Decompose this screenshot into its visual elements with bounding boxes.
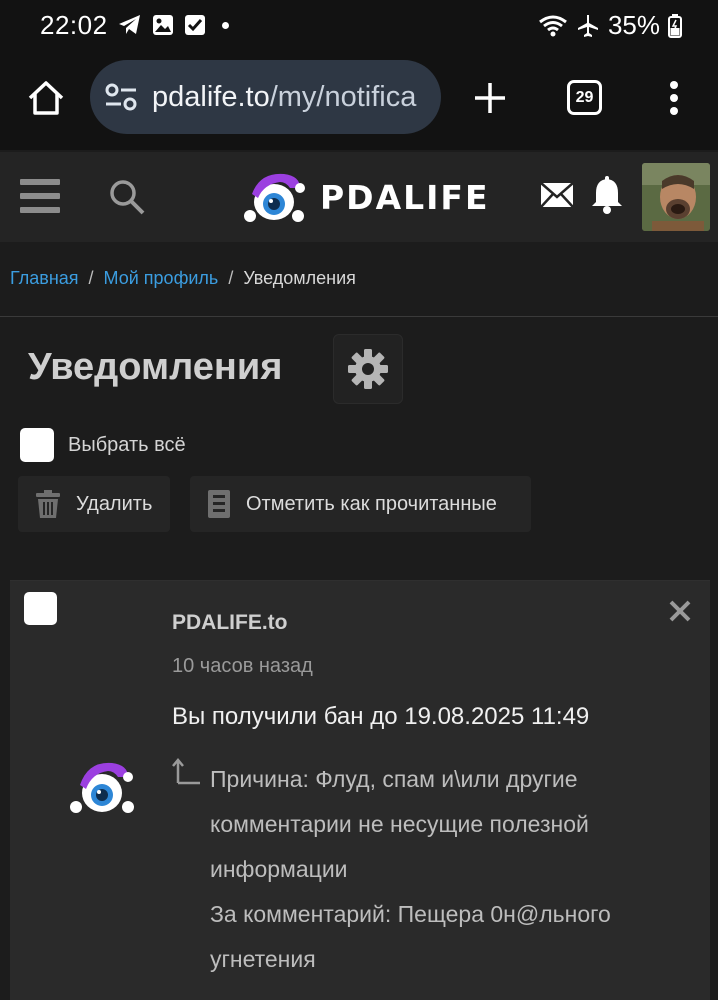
status-bar: 22:02 35% (0, 0, 718, 50)
breadcrumb-current: Уведомления (243, 268, 356, 288)
url-path: /my/notifica (269, 80, 417, 113)
tab-switcher-button[interactable]: 29 (567, 80, 602, 115)
url-host: pdalife.to (152, 80, 270, 113)
select-all-checkbox[interactable] (20, 428, 54, 462)
notification-author[interactable]: PDALIFE.to (172, 611, 288, 635)
more-notifications-dot (222, 21, 229, 29)
user-avatar[interactable] (642, 163, 710, 231)
browser-menu-icon[interactable] (662, 78, 686, 118)
status-right: 35% (538, 10, 682, 41)
checkbox-icon (185, 15, 205, 35)
pdalife-mascot-icon (70, 762, 134, 813)
bell-icon[interactable] (591, 176, 623, 214)
site-logo[interactable]: PDALIFE (240, 170, 490, 224)
home-icon[interactable] (26, 78, 66, 118)
notification-time: 10 часов назад (172, 655, 313, 677)
notification-item[interactable]: PDALIFE.to 10 часов назад Вы получили ба… (10, 580, 710, 1000)
mail-icon[interactable] (540, 182, 574, 208)
battery-percent: 35% (607, 10, 660, 40)
status-time: 22:02 (40, 10, 108, 40)
notification-icons (118, 12, 229, 38)
reply-arrow-icon (172, 758, 200, 785)
breadcrumb-separator: / (228, 268, 234, 288)
select-all-row: Выбрать всё (20, 428, 186, 462)
notification-reason: Причина: Флуд, спам и\или другие коммент… (210, 757, 690, 982)
breadcrumb-separator: / (88, 268, 94, 288)
divider (0, 316, 718, 317)
ban-reason-text: Причина: Флуд, спам и\или другие коммент… (210, 766, 589, 882)
mark-read-button[interactable]: Отметить как прочитанные (190, 476, 531, 532)
ban-comment-text: За комментарий: Пещера 0н@льного угнетен… (210, 901, 611, 972)
breadcrumb-profile-link[interactable]: Мой профиль (104, 268, 219, 289)
telegram-icon (119, 15, 140, 34)
wifi-icon (539, 15, 567, 36)
delete-button-label: Удалить (76, 492, 153, 515)
logo-text: PDALIFE (320, 177, 490, 217)
airplane-icon (577, 14, 598, 37)
gear-icon (348, 349, 388, 389)
trash-icon (36, 490, 60, 518)
search-icon[interactable] (108, 178, 146, 216)
notification-title: Вы получили бан до 19.08.2025 11:49 (172, 703, 590, 730)
site-header: PDALIFE (0, 152, 718, 242)
breadcrumb-home-link[interactable]: Главная (10, 268, 79, 289)
document-icon (208, 490, 230, 518)
delete-button[interactable]: Удалить (18, 476, 170, 532)
notification-settings-button[interactable] (333, 334, 403, 404)
close-icon[interactable] (668, 599, 692, 623)
image-icon (153, 15, 173, 35)
new-tab-icon[interactable] (472, 80, 508, 116)
page-title: Уведомления (28, 346, 283, 388)
notification-checkbox[interactable] (24, 592, 57, 625)
select-all-label[interactable]: Выбрать всё (68, 434, 186, 457)
site-settings-icon[interactable] (104, 82, 138, 112)
browser-toolbar: pdalife.to/my/notifica 29 (0, 50, 718, 150)
avatar-photo (642, 163, 710, 231)
battery-charging-icon (668, 13, 682, 38)
address-bar[interactable]: pdalife.to/my/notifica (90, 60, 441, 134)
breadcrumb: Главная / Мой профиль / Уведомления (10, 268, 356, 289)
mark-read-button-label: Отметить как прочитанные (246, 492, 497, 515)
hamburger-menu-icon[interactable] (20, 179, 60, 213)
url-text[interactable]: pdalife.to/my/notifica (152, 81, 416, 114)
pdalife-mascot-icon (244, 173, 305, 222)
